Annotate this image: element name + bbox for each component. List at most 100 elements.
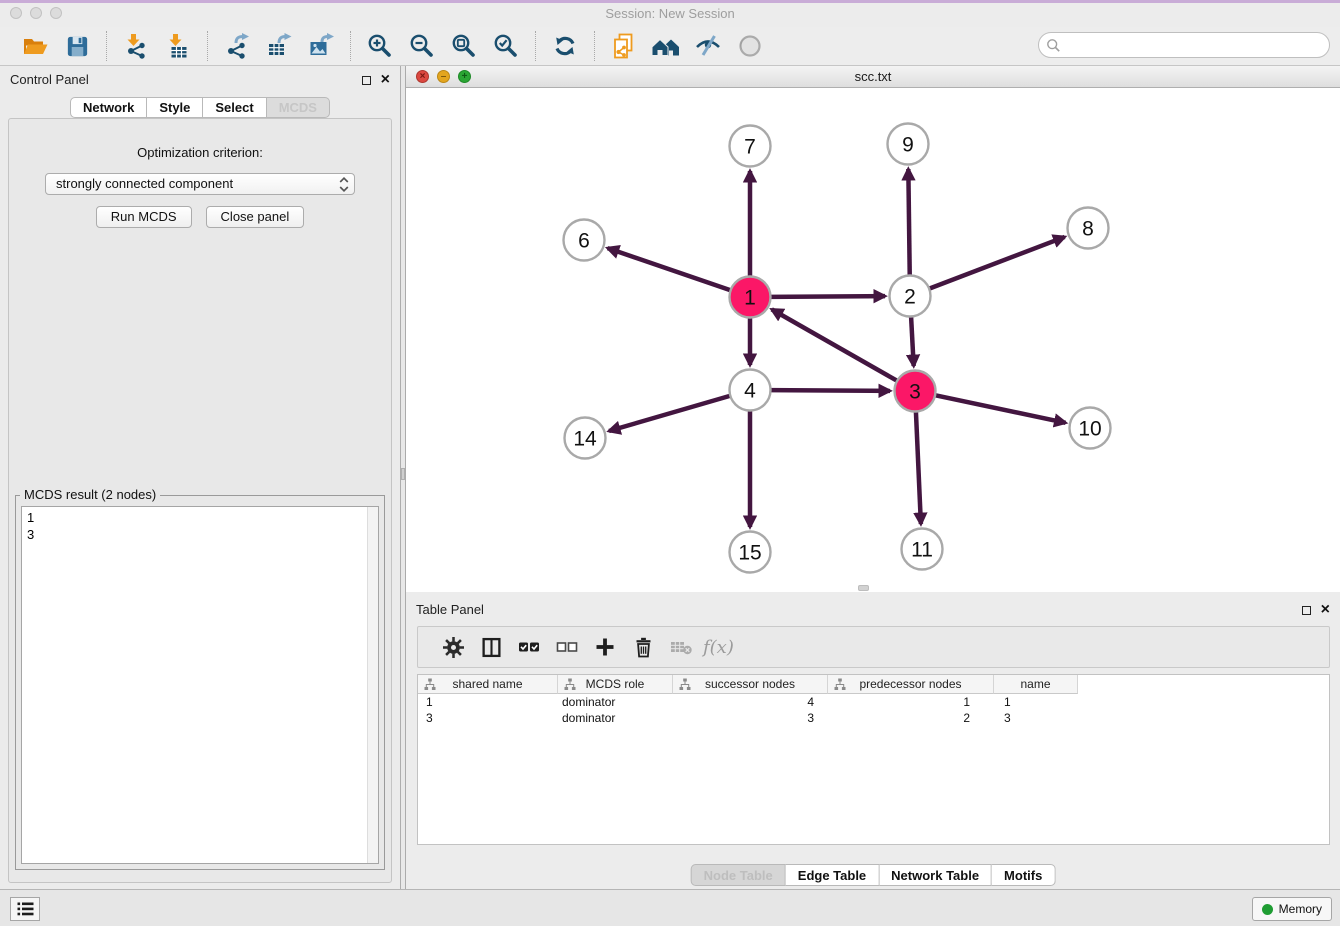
graph-node-7[interactable]: 7	[730, 126, 771, 167]
open-session-button[interactable]	[14, 29, 56, 63]
table-cell[interactable]: 1	[418, 694, 558, 710]
optimization-criterion-select[interactable]: strongly connected component	[45, 173, 355, 195]
column-header-successor-nodes[interactable]: successor nodes	[673, 675, 828, 694]
close-panel-icon[interactable]: ×	[381, 72, 390, 88]
deselect-all-columns-button[interactable]	[548, 630, 586, 664]
optimization-criterion-label: Optimization criterion:	[9, 145, 391, 160]
tab-network-table[interactable]: Network Table	[879, 864, 992, 886]
graph-node-2[interactable]: 2	[890, 276, 931, 317]
graph-edge-3-11[interactable]	[916, 412, 921, 524]
zoom-fit-button[interactable]	[443, 29, 485, 63]
network-title: scc.txt	[406, 66, 1340, 87]
search-field[interactable]	[1038, 32, 1330, 58]
zoom-in-button[interactable]	[359, 29, 401, 63]
table-cell[interactable]: 3	[994, 710, 1078, 726]
save-session-button[interactable]	[56, 29, 98, 63]
export-network-button[interactable]	[216, 29, 258, 63]
graph-node-14[interactable]: 14	[565, 418, 606, 459]
hide-selected-button[interactable]	[687, 29, 729, 63]
tab-node-table[interactable]: Node Table	[691, 864, 786, 886]
canvas-scrollbar-thumb[interactable]	[858, 585, 869, 591]
table-cell[interactable]: dominator	[558, 710, 673, 726]
graph-edge-4-14[interactable]	[609, 396, 730, 431]
tab-network[interactable]: Network	[70, 97, 147, 118]
float-panel-icon[interactable]	[362, 76, 371, 85]
mcds-panel: Optimization criterion: strongly connect…	[8, 118, 392, 883]
select-all-columns-button[interactable]	[510, 630, 548, 664]
zoom-selected-button[interactable]	[485, 29, 527, 63]
table-row[interactable]: 1dominator411	[418, 694, 1329, 710]
tab-motifs[interactable]: Motifs	[992, 864, 1055, 886]
graph-node-11[interactable]: 11	[902, 529, 943, 570]
refresh-view-button[interactable]	[544, 29, 586, 63]
export-table-button[interactable]	[258, 29, 300, 63]
graph-node-10[interactable]: 10	[1070, 408, 1111, 449]
optimization-criterion-value: strongly connected component	[56, 176, 233, 191]
graph-node-3[interactable]: 3	[895, 371, 936, 412]
network-window-titlebar[interactable]: × – + scc.txt	[406, 66, 1340, 88]
run-mcds-button[interactable]: Run MCDS	[96, 206, 192, 228]
table-cell[interactable]: dominator	[558, 694, 673, 710]
close-window-button[interactable]	[10, 7, 22, 19]
tab-mcds[interactable]: MCDS	[267, 97, 330, 118]
float-table-panel-icon[interactable]	[1302, 606, 1311, 615]
table-settings-button[interactable]	[434, 630, 472, 664]
minimize-window-button[interactable]	[30, 7, 42, 19]
graph-edge-2-9[interactable]	[908, 169, 909, 275]
node-table[interactable]: shared name MCDS role successor nodes pr…	[417, 674, 1330, 845]
list-icon	[16, 900, 35, 918]
network-minimize-button[interactable]: –	[437, 70, 450, 83]
table-cell[interactable]: 3	[418, 710, 558, 726]
table-cell[interactable]: 2	[828, 710, 994, 726]
table-cell[interactable]: 1	[994, 694, 1078, 710]
graph-node-9[interactable]: 9	[888, 124, 929, 165]
delete-column-button[interactable]	[624, 630, 662, 664]
graph-edge-2-8[interactable]	[930, 237, 1065, 289]
graph-node-15[interactable]: 15	[730, 532, 771, 573]
graph-edge-4-3[interactable]	[771, 390, 890, 391]
split-columns-button[interactable]	[472, 630, 510, 664]
column-header-shared-name[interactable]: shared name	[418, 675, 558, 694]
show-hidden-button[interactable]	[729, 29, 771, 63]
close-panel-button[interactable]: Close panel	[206, 206, 305, 228]
graph-edge-3-10[interactable]	[936, 395, 1066, 422]
graph-node-8[interactable]: 8	[1068, 208, 1109, 249]
import-network-button[interactable]	[115, 29, 157, 63]
tab-edge-table[interactable]: Edge Table	[786, 864, 879, 886]
first-neighbors-button[interactable]	[645, 29, 687, 63]
column-header-name[interactable]: name	[994, 675, 1078, 694]
table-row[interactable]: 3dominator323	[418, 710, 1329, 726]
table-cell[interactable]: 4	[673, 694, 828, 710]
table-cell[interactable]: 1	[828, 694, 994, 710]
tab-select[interactable]: Select	[203, 97, 266, 118]
import-network-icon	[122, 32, 150, 60]
column-header-MCDS-role[interactable]: MCDS role	[558, 675, 673, 694]
tab-style[interactable]: Style	[147, 97, 203, 118]
zoom-out-button[interactable]	[401, 29, 443, 63]
graph-edge-3-1[interactable]	[772, 309, 897, 380]
main-toolbar	[0, 27, 1340, 66]
network-canvas[interactable]: 7 9 6 8 1 2 4 3 14 10 15 11	[406, 88, 1340, 592]
graph-edge-1-6[interactable]	[608, 248, 730, 290]
plus-icon	[595, 637, 615, 657]
network-maximize-button[interactable]: +	[458, 70, 471, 83]
graph-node-6[interactable]: 6	[564, 220, 605, 261]
import-table-button[interactable]	[157, 29, 199, 63]
result-scrollbar[interactable]	[367, 507, 378, 863]
graph-node-1[interactable]: 1	[730, 277, 771, 318]
clone-network-button[interactable]	[603, 29, 645, 63]
graph-edge-1-2[interactable]	[771, 296, 885, 297]
column-header-predecessor-nodes[interactable]: predecessor nodes	[828, 675, 994, 694]
graph-node-4[interactable]: 4	[730, 370, 771, 411]
mcds-result-text: 1 3	[21, 506, 379, 864]
zoom-window-button[interactable]	[50, 7, 62, 19]
network-close-button[interactable]: ×	[416, 70, 429, 83]
task-history-button[interactable]	[10, 897, 40, 921]
close-table-panel-icon[interactable]: ×	[1321, 602, 1330, 618]
search-input[interactable]	[1065, 35, 1329, 55]
table-cell[interactable]: 3	[673, 710, 828, 726]
memory-button[interactable]: Memory	[1252, 897, 1332, 921]
export-image-button[interactable]	[300, 29, 342, 63]
add-column-button[interactable]	[586, 630, 624, 664]
graph-edge-2-3[interactable]	[911, 317, 914, 366]
